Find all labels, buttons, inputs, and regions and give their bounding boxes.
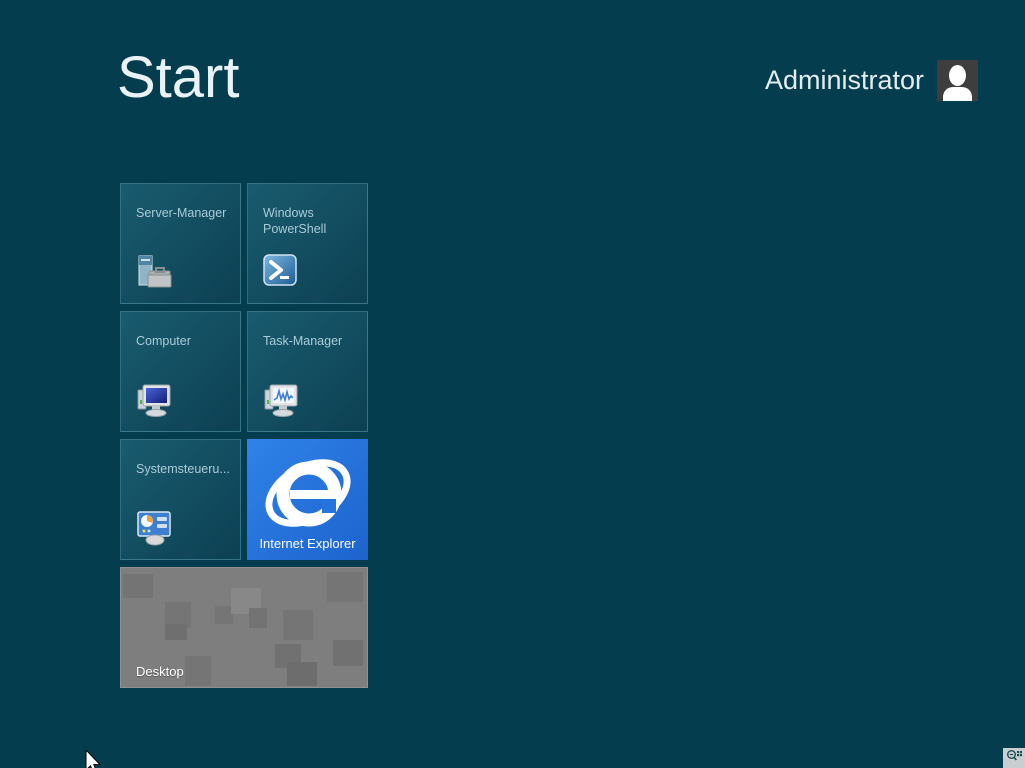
tile-label: Windows PowerShell [263,205,355,238]
semantic-zoom-out-icon [1006,749,1022,768]
user-name: Administrator [765,65,924,96]
tile-internet-explorer[interactable]: Internet Explorer [247,439,368,560]
control-panel-icon [136,510,172,546]
user-avatar-icon [937,60,978,101]
start-screen: { "header": { "title": "Start", "user_na… [0,0,1025,768]
tile-systemsteuerung[interactable]: Systemsteueru... [120,439,241,560]
page-title: Start [117,44,240,111]
tile-windows-powershell[interactable]: Windows PowerShell [247,183,368,304]
tile-computer[interactable]: Computer [120,311,241,432]
mouse-cursor [84,750,104,768]
tile-label: Desktop [136,664,184,679]
server-manager-icon [136,254,172,290]
internet-explorer-icon [260,449,356,535]
user-badge[interactable]: Administrator [765,59,978,101]
tile-label: Computer [136,333,228,349]
computer-icon [136,382,172,418]
tile-label: Task-Manager [263,333,355,349]
powershell-icon [263,254,299,290]
task-manager-icon [263,382,299,418]
tile-server-manager[interactable]: Server-Manager [120,183,241,304]
tile-task-manager[interactable]: Task-Manager [247,311,368,432]
tile-label: Server-Manager [136,205,228,221]
tile-label: Internet Explorer [247,536,368,551]
tile-desktop[interactable]: Desktop [120,567,368,688]
tile-label: Systemsteueru... [136,461,228,477]
semantic-zoom-button[interactable] [1003,748,1025,768]
